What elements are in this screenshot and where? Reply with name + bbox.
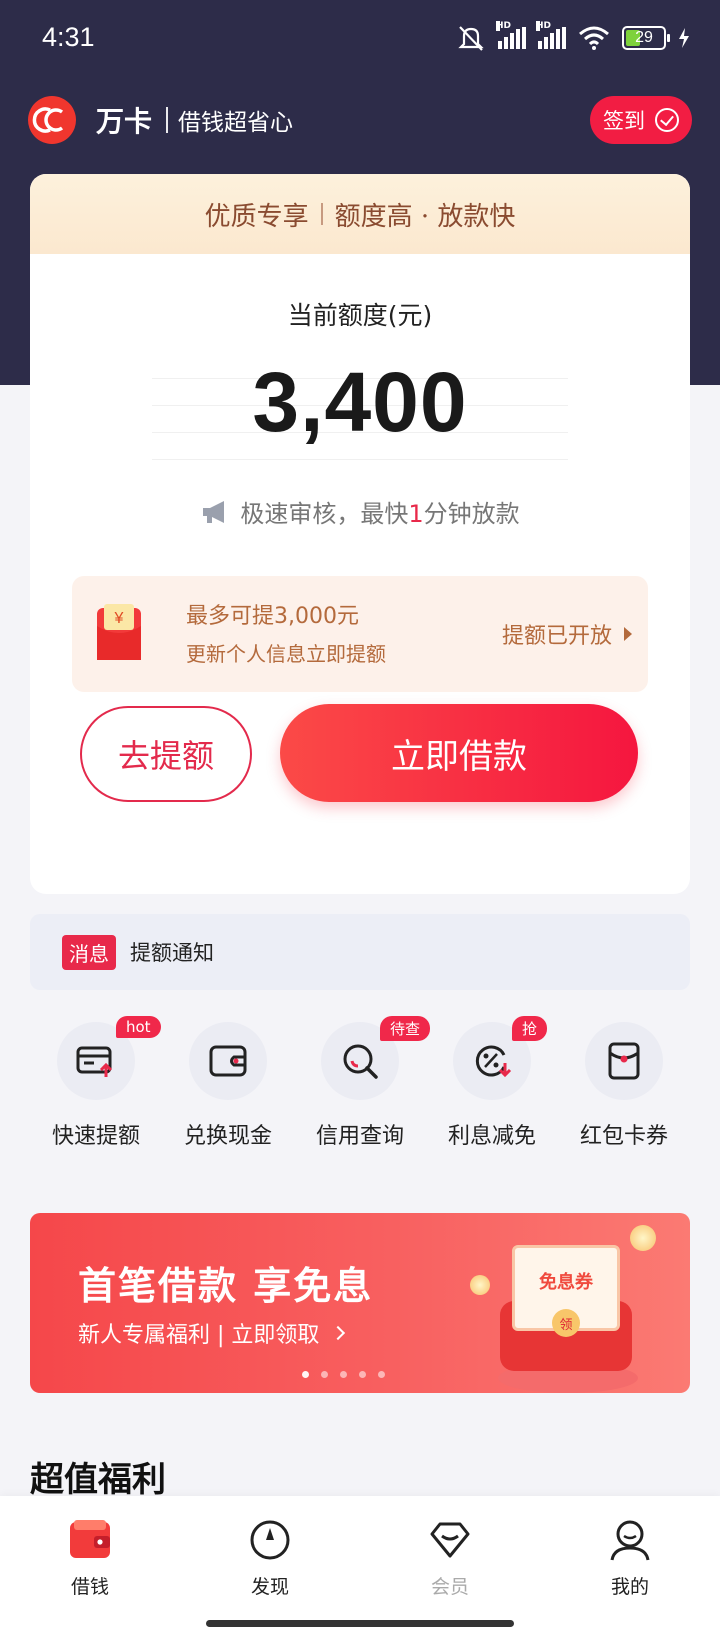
battery-icon: 29 [622, 26, 670, 50]
signal-icon: HD [496, 21, 526, 49]
section-title: 超值福利 [30, 1460, 166, 1500]
quick-label: 兑换现金 [183, 1124, 272, 1149]
banner-right-text: 额度高 · 放款快 [334, 201, 516, 232]
bottom-nav: 借钱 发现 会员 我的 [0, 1496, 720, 1640]
message-tag: 消息 [62, 934, 116, 970]
carousel-dot [378, 1371, 385, 1378]
app-slogan: 借钱超省心 [178, 110, 294, 136]
quick-label: 利息减免 [447, 1124, 536, 1149]
sparkle-decoration [470, 1275, 490, 1295]
status-icons: HD HD 29 [456, 21, 690, 52]
arrow-right-icon [624, 627, 632, 641]
quick-label: 信用查询 [315, 1124, 404, 1149]
card-banner: 优质专享 额度高 · 放款快 [30, 174, 690, 254]
charging-icon [679, 28, 689, 48]
promo-subtitle: 更新个人信息立即提额 [186, 642, 386, 666]
ad-title: 首笔借款 享免息 [78, 1264, 374, 1308]
quick-label: 红包卡券 [579, 1124, 668, 1149]
notice-highlight: 1 [408, 500, 424, 528]
status-time: 4:31 [42, 22, 95, 52]
message-bar[interactable]: 消息 提额通知 [30, 914, 690, 990]
promo-action[interactable]: 提额已开放 [502, 618, 632, 650]
nav-label: 发现 [250, 1576, 289, 1598]
compass-icon [250, 1520, 290, 1560]
banner-divider [320, 203, 323, 225]
ad-subtitle: 新人专属福利 | 立即领取 [78, 1317, 346, 1349]
borrow-now-button[interactable]: 立即借款 [280, 704, 638, 802]
quick-item-credit[interactable]: 待查 信用查询 [294, 1016, 431, 1162]
quick-item-discount[interactable]: 抢 利息减免 [426, 1016, 558, 1162]
quick-item-coupons[interactable]: 红包卡券 [558, 1022, 690, 1162]
coupon-seal: 领 [552, 1309, 580, 1337]
quick-badge: 抢 [512, 1016, 548, 1041]
credit-card-panel: 优质专享 额度高 · 放款快 当前额度(元) 3,400 极速审核，最快1分钟放… [30, 174, 690, 894]
nav-item-profile[interactable]: 我的 [540, 1496, 720, 1640]
nav-item-member[interactable]: 会员 [360, 1496, 540, 1640]
wallet-icon [189, 1022, 267, 1100]
signin-label: 签到 [603, 109, 645, 133]
red-envelope-icon: ¥ [97, 604, 141, 660]
home-indicator[interactable] [206, 1620, 514, 1627]
promo-title: 最多可提3,000元 [186, 604, 359, 629]
app-logo-icon [28, 96, 76, 144]
user-icon [610, 1520, 650, 1561]
signin-button[interactable]: 签到 [590, 96, 692, 144]
nav-item-discover[interactable]: 发现 [180, 1496, 360, 1640]
app-name: 万卡 [96, 105, 153, 138]
quick-badge: 待查 [380, 1016, 431, 1041]
diamond-icon [430, 1522, 470, 1558]
wallet-icon [70, 1520, 110, 1558]
sparkle-decoration [630, 1225, 656, 1251]
quick-entries: hot 快速提额 兑换现金 待查 信用查询 抢 利息减免 红包卡券 [30, 1016, 690, 1162]
raise-limit-promo[interactable]: ¥ 最多可提3,000元 更新个人信息立即提额 提额已开放 [72, 576, 648, 692]
credit-amount: 3,400 [252, 355, 468, 449]
quick-item-raise[interactable]: hot 快速提额 [30, 1016, 162, 1162]
notice-suffix: 分钟放款 [423, 500, 520, 528]
notice: 极速审核，最快1分钟放款 [30, 494, 690, 529]
carousel-dot [302, 1371, 309, 1378]
wifi-icon [579, 26, 609, 50]
nav-label: 借钱 [70, 1576, 109, 1598]
chevron-right-icon [331, 1325, 346, 1341]
nav-label: 会员 [430, 1576, 469, 1598]
carousel-dot [321, 1371, 328, 1378]
svg-text:¥: ¥ [114, 610, 124, 627]
megaphone-icon [203, 500, 225, 523]
bell-mute-icon [458, 26, 484, 51]
credit-label: 当前额度(元) [287, 301, 433, 330]
quick-item-cash[interactable]: 兑换现金 [162, 1022, 294, 1162]
banner-left-text: 优质专享 [204, 201, 309, 232]
check-circle-icon [655, 108, 679, 132]
quick-badge: hot [116, 1016, 161, 1038]
app-header: 万卡 借钱超省心 [28, 95, 293, 145]
quick-label: 快速提额 [51, 1124, 140, 1149]
ad-banner[interactable]: 首笔借款 享免息 新人专属福利 | 立即领取 免息券 领 [30, 1213, 690, 1393]
nav-item-borrow[interactable]: 借钱 [0, 1496, 180, 1640]
signal-icon: HD [536, 21, 566, 49]
coupon-label: 免息券 [539, 1272, 593, 1293]
header-divider [166, 107, 169, 133]
promo-action-label: 提额已开放 [501, 624, 612, 649]
status-bar: 4:31 HD HD 29 [0, 0, 720, 80]
raise-limit-button[interactable]: 去提额 [80, 706, 252, 802]
red-envelope-icon [585, 1022, 663, 1100]
notice-prefix: 极速审核，最快 [240, 500, 409, 528]
nav-label: 我的 [610, 1576, 649, 1598]
carousel-dot [340, 1371, 347, 1378]
carousel-dot [359, 1371, 366, 1378]
message-text: 提额通知 [130, 941, 214, 965]
